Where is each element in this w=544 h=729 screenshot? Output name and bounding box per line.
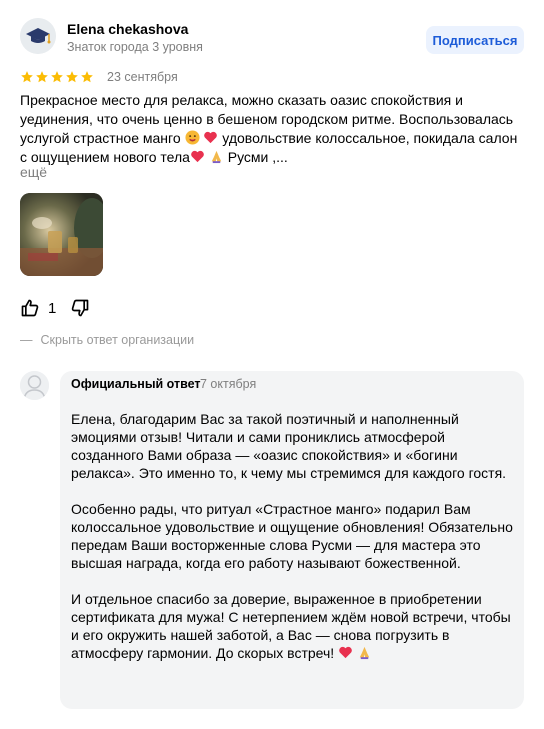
like-count: 1: [48, 299, 57, 317]
org-avatar: [20, 371, 49, 400]
star-icon: [66, 71, 78, 83]
graduation-cap-icon: [20, 18, 56, 54]
org-reply-paragraph-last: И отдельное спасибо за доверие, выраженн…: [71, 590, 517, 662]
rating-row: 23 сентября: [20, 68, 178, 86]
review-date: 23 сентября: [107, 70, 178, 84]
praying-hands-emoji: [209, 149, 224, 164]
org-person-icon: [20, 371, 49, 400]
star-icon: [81, 71, 93, 83]
star-icon: [51, 71, 63, 83]
subscribe-button[interactable]: Подписаться: [426, 26, 524, 54]
review-text-part3: Русми ,...: [227, 149, 288, 165]
org-reply-date: 7 октября: [200, 377, 257, 391]
avatar[interactable]: [20, 18, 56, 54]
rating-stars: [20, 70, 94, 84]
reviewer-name[interactable]: Elena chekashova: [67, 21, 188, 37]
reviewer-level: Знаток города 3 уровня: [67, 40, 203, 54]
org-reply-text: Елена, благодарим Вас за такой поэтичный…: [71, 410, 517, 662]
reactions: 1: [20, 298, 90, 318]
praying-hands-emoji: [357, 645, 372, 660]
heart-emoji: [190, 149, 205, 164]
heart-emoji: [338, 645, 353, 660]
heart-emoji: [203, 130, 218, 145]
mango-face-emoji: [184, 130, 200, 145]
hide-reply-toggle[interactable]: — Скрыть ответ организации: [20, 333, 194, 347]
thumbs-down-icon[interactable]: [70, 298, 90, 318]
thumbs-up-icon[interactable]: [20, 298, 40, 318]
star-icon: [21, 71, 33, 83]
org-reply-paragraph: Елена, благодарим Вас за такой поэтичный…: [71, 411, 507, 481]
review-photo[interactable]: [20, 193, 103, 276]
more-link[interactable]: ещё: [20, 164, 47, 180]
org-reply-paragraph: И отдельное спасибо за доверие, выраженн…: [71, 591, 515, 661]
review-header: Elena chekashova Знаток города 3 уровня …: [20, 18, 524, 58]
star-icon: [36, 71, 48, 83]
review-text: Прекрасное место для релакса, можно сказ…: [20, 91, 520, 167]
hide-reply-label: Скрыть ответ организации: [40, 333, 195, 347]
org-reply-paragraph: Особенно рады, что ритуал «Страстное ман…: [71, 501, 517, 571]
org-reply-title: Официальный ответ: [71, 377, 201, 391]
dash-icon: —: [20, 333, 33, 347]
